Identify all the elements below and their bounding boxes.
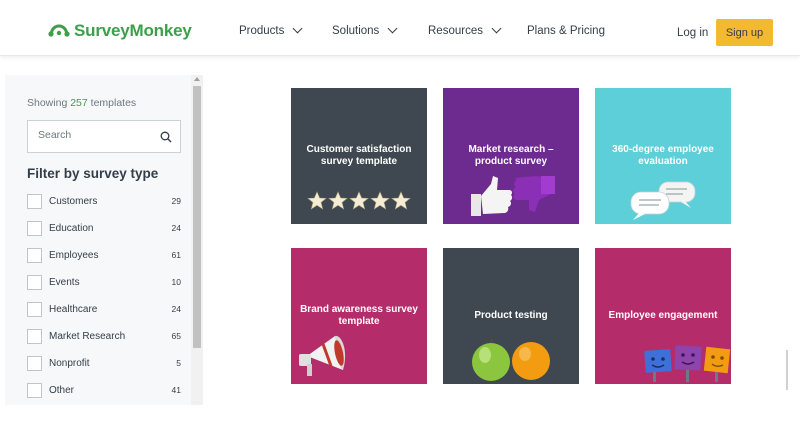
showing-suffix: templates bbox=[90, 97, 137, 109]
template-card-brand-awareness[interactable]: Brand awareness survey template bbox=[291, 248, 427, 384]
search-icon[interactable] bbox=[160, 131, 172, 143]
nav-resources[interactable]: Resources bbox=[428, 23, 502, 37]
scroll-up-arrow-icon[interactable] bbox=[194, 77, 200, 81]
filter-item-events[interactable]: Events 10 bbox=[27, 274, 181, 290]
checkbox[interactable] bbox=[27, 193, 42, 209]
filter-title: Filter by survey type bbox=[27, 166, 159, 181]
template-card-title: Market research – product survey bbox=[468, 144, 554, 167]
template-card-title: Customer satisfaction survey template bbox=[306, 144, 412, 167]
checkbox[interactable] bbox=[27, 355, 42, 371]
megaphone-icon bbox=[299, 335, 346, 376]
filter-item-nonprofit[interactable]: Nonprofit 5 bbox=[27, 355, 181, 371]
checkbox[interactable] bbox=[27, 382, 42, 398]
filter-item-market-research[interactable]: Market Research 65 bbox=[27, 328, 181, 344]
filter-count: 24 bbox=[171, 223, 181, 233]
surveymonkey-logo[interactable]: SurveyMonkey bbox=[48, 21, 192, 41]
checkbox[interactable] bbox=[27, 274, 42, 290]
chevron-down-icon bbox=[387, 23, 398, 34]
five-stars-icon bbox=[307, 191, 411, 210]
template-card-market-research[interactable]: Market research – product survey bbox=[443, 88, 579, 224]
filter-label: Market Research bbox=[49, 330, 126, 342]
login-link[interactable]: Log in bbox=[677, 27, 708, 39]
filter-count: 29 bbox=[171, 196, 181, 206]
results-count: Showing 257 templates bbox=[27, 97, 136, 109]
filter-label: Healthcare bbox=[49, 303, 98, 315]
template-count: 257 bbox=[70, 97, 88, 109]
nav-resources-label: Resources bbox=[428, 25, 483, 37]
logo-text: SurveyMonkey bbox=[74, 21, 192, 40]
filter-count: 10 bbox=[171, 277, 181, 287]
checkbox[interactable] bbox=[27, 328, 42, 344]
filter-item-other[interactable]: Other 41 bbox=[27, 382, 181, 398]
filter-count: 5 bbox=[176, 358, 181, 368]
template-card-title: 360-degree employee evaluation bbox=[612, 144, 714, 167]
filter-label: Education bbox=[49, 222, 94, 234]
top-header: SurveyMonkey Products Solutions Resource… bbox=[0, 0, 800, 56]
page-scroll-edge bbox=[786, 350, 788, 390]
speech-bubbles-icon bbox=[630, 181, 696, 220]
filter-count: 41 bbox=[171, 385, 181, 395]
nav-products[interactable]: Products bbox=[239, 23, 303, 37]
filter-count: 61 bbox=[171, 250, 181, 260]
scroll-thumb[interactable] bbox=[193, 86, 201, 348]
checkbox[interactable] bbox=[27, 220, 42, 236]
filter-label: Employees bbox=[49, 249, 99, 261]
filter-item-employees[interactable]: Employees 61 bbox=[27, 247, 181, 263]
template-card-title: Employee engagement bbox=[608, 310, 718, 321]
filter-item-healthcare[interactable]: Healthcare 24 bbox=[27, 301, 181, 317]
page: SurveyMonkey Products Solutions Resource… bbox=[0, 0, 800, 421]
filter-count: 65 bbox=[171, 331, 181, 341]
checkbox[interactable] bbox=[27, 301, 42, 317]
nav-plans-pricing-label: Plans & Pricing bbox=[527, 25, 605, 37]
nav-products-label: Products bbox=[239, 25, 285, 37]
filter-item-education[interactable]: Education 24 bbox=[27, 220, 181, 236]
template-card-title: Brand awareness survey template bbox=[300, 304, 418, 327]
template-card-customer-satisfaction[interactable]: Customer satisfaction survey template bbox=[291, 88, 427, 224]
template-card-title: Product testing bbox=[474, 310, 548, 321]
sidebar-scrollbar[interactable] bbox=[191, 75, 203, 405]
template-card-360-degree[interactable]: 360-degree employee evaluation bbox=[595, 88, 731, 224]
nav-plans-pricing[interactable]: Plans & Pricing bbox=[527, 25, 605, 37]
filter-label: Nonprofit bbox=[49, 357, 90, 369]
nav-solutions[interactable]: Solutions bbox=[332, 23, 398, 37]
filter-label: Events bbox=[49, 276, 80, 288]
nav-solutions-label: Solutions bbox=[332, 25, 380, 37]
thumbs-up-down-icon bbox=[471, 176, 555, 216]
signup-button[interactable]: Sign up bbox=[716, 19, 773, 46]
search-input[interactable] bbox=[38, 129, 148, 141]
filter-label: Other bbox=[49, 384, 75, 396]
filter-label: Customers bbox=[49, 195, 98, 207]
showing-prefix: Showing bbox=[27, 97, 68, 109]
monkey-logo-icon bbox=[48, 24, 70, 37]
filter-count: 24 bbox=[171, 304, 181, 314]
sticky-note-faces-icon bbox=[644, 345, 731, 382]
chevron-down-icon bbox=[292, 23, 303, 34]
filter-item-customers[interactable]: Customers 29 bbox=[27, 193, 181, 209]
apple-orange-icon bbox=[472, 338, 550, 381]
template-card-product-testing[interactable]: Product testing bbox=[443, 248, 579, 384]
checkbox[interactable] bbox=[27, 247, 42, 263]
chevron-down-icon bbox=[491, 23, 502, 34]
template-card-employee-engagement[interactable]: Employee engagement bbox=[595, 248, 731, 384]
search-box bbox=[27, 120, 181, 153]
